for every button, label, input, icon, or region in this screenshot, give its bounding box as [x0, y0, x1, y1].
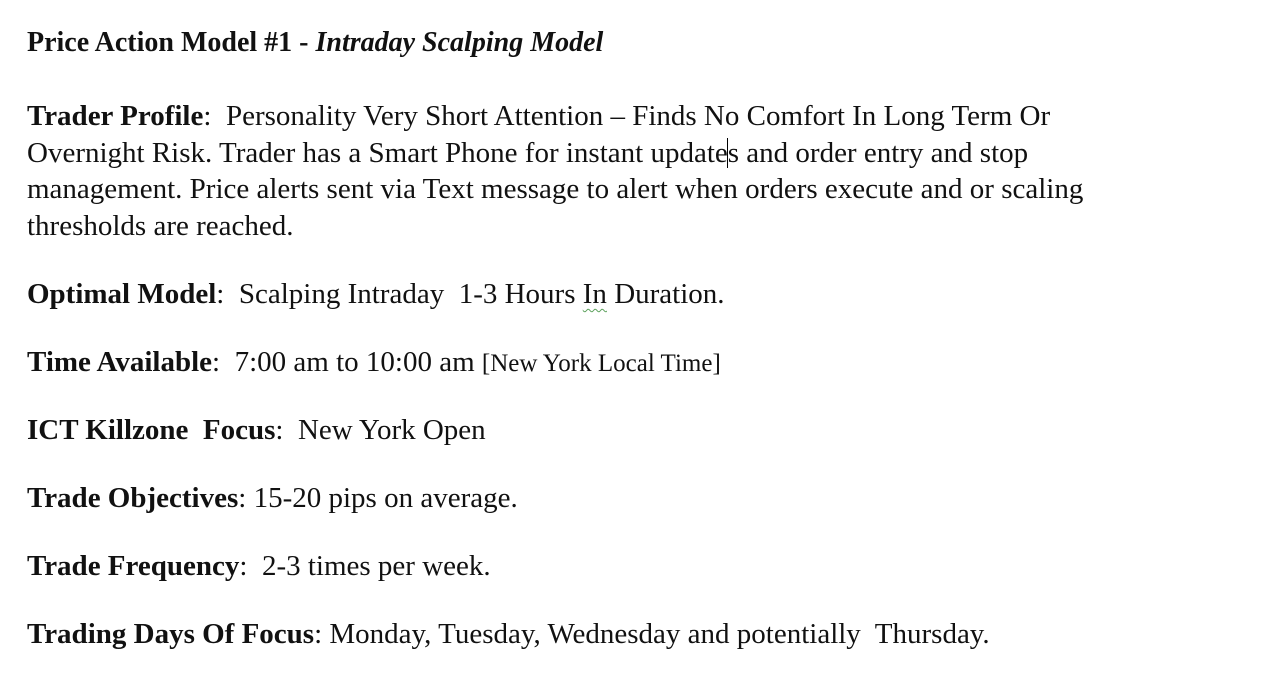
- objectives-paragraph: Trade Objectives: 15-20 pips on average.: [27, 480, 518, 517]
- separator: :: [275, 414, 298, 446]
- killzone-paragraph: ICT Killzone Focus: New York Open: [27, 412, 486, 449]
- separator: :: [203, 100, 226, 132]
- trader-profile-line-2a: Overnight Risk. Trader has a Smart Phone…: [27, 136, 728, 169]
- grammar-flagged-word: In: [582, 278, 607, 310]
- time-available-value: 7:00 am to 10:00 am: [234, 346, 482, 378]
- trader-profile-paragraph: Trader Profile: Personality Very Short A…: [27, 98, 1083, 244]
- optimal-model-label: Optimal Model: [27, 278, 217, 310]
- document-title: Price Action Model #1 - Intraday Scalpin…: [27, 26, 603, 60]
- frequency-label: Trade Frequency: [27, 550, 240, 582]
- separator: :: [238, 482, 254, 514]
- trading-days-label: Trading Days Of Focus: [27, 618, 315, 650]
- trading-days-paragraph: Trading Days Of Focus: Monday, Tuesday, …: [27, 616, 990, 653]
- title-subtitle: Intraday Scalping Model: [315, 27, 604, 58]
- trader-profile-line-1: Personality Very Short Attention – Finds…: [225, 100, 1051, 132]
- separator: :: [314, 618, 330, 650]
- separator: :: [239, 550, 262, 582]
- killzone-value: New York Open: [297, 414, 486, 446]
- time-available-note: [New York Local Time]: [481, 350, 721, 377]
- separator: :: [212, 346, 235, 378]
- trading-days-value: Monday, Tuesday, Wednesday and potential…: [329, 618, 990, 650]
- killzone-label: ICT Killzone Focus: [27, 414, 276, 446]
- objectives-label: Trade Objectives: [27, 482, 239, 514]
- frequency-value: 2-3 times per week.: [261, 550, 491, 582]
- title-prefix: Price Action Model #1 -: [27, 27, 316, 58]
- optimal-model-paragraph: Optimal Model: Scalping Intraday 1-3 Hou…: [27, 276, 725, 313]
- time-available-paragraph: Time Available: 7:00 am to 10:00 am [New…: [27, 344, 721, 383]
- optimal-model-value-end: Duration.: [606, 278, 725, 310]
- trader-profile-line-2b: s and order entry and stop: [727, 136, 1029, 169]
- time-available-label: Time Available: [27, 346, 213, 378]
- optimal-model-value-start: Scalping Intraday 1-3 Hours: [238, 278, 583, 310]
- trader-profile-line-3: management. Price alerts sent via Text m…: [27, 173, 1084, 205]
- separator: :: [216, 278, 239, 310]
- trader-profile-line-4: thresholds are reached.: [27, 209, 294, 242]
- frequency-paragraph: Trade Frequency: 2-3 times per week.: [27, 548, 491, 585]
- objectives-value: 15-20 pips on average.: [253, 482, 518, 514]
- trader-profile-label: Trader Profile: [27, 100, 204, 132]
